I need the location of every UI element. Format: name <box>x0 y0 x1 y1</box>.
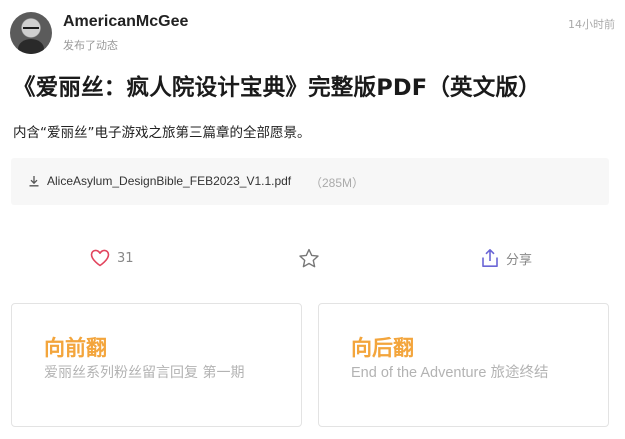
post-action: 发布了动态 <box>63 39 118 52</box>
star-icon <box>299 248 319 267</box>
previous-post-card[interactable]: 向前翻 爱丽丝系列粉丝留言回复 第一期 <box>11 303 302 427</box>
share-button[interactable]: 分享 <box>481 246 532 270</box>
share-label: 分享 <box>506 252 533 268</box>
post-time: 14小时前 <box>568 18 615 31</box>
like-count: 31 <box>117 250 134 266</box>
share-icon <box>482 249 498 267</box>
like-button[interactable]: 31 <box>90 246 134 270</box>
next-post-heading: 向后翻 <box>351 336 414 360</box>
attachment-card[interactable]: AliceAsylum_DesignBible_FEB2023_V1.1.pdf… <box>11 158 609 205</box>
attachment-file-size: （285M） <box>310 176 365 190</box>
favorite-button[interactable] <box>298 246 320 270</box>
next-post-card[interactable]: 向后翻 End of the Adventure 旅途终结 <box>318 303 609 427</box>
author-name[interactable]: AmericanMcGee <box>63 13 188 31</box>
avatar-shoulders <box>18 39 44 54</box>
next-post-title: End of the Adventure 旅途终结 <box>351 365 549 381</box>
post-header: AmericanMcGee 发布了动态 14小时前 <box>10 12 615 56</box>
download-icon[interactable] <box>28 175 40 187</box>
post-actions-bar: 31 分享 <box>0 240 625 276</box>
avatar-glasses <box>23 27 39 31</box>
previous-post-heading: 向前翻 <box>44 336 107 360</box>
previous-post-title: 爱丽丝系列粉丝留言回复 第一期 <box>44 365 245 381</box>
post-description: 内含“爱丽丝”电子游戏之旅第三篇章的全部愿景。 <box>13 125 311 141</box>
heart-icon <box>90 249 110 267</box>
post-title: 《爱丽丝：疯人院设计宝典》完整版PDF（英文版） <box>13 75 541 101</box>
avatar[interactable] <box>10 12 52 54</box>
attachment-file-name[interactable]: AliceAsylum_DesignBible_FEB2023_V1.1.pdf <box>47 174 291 188</box>
